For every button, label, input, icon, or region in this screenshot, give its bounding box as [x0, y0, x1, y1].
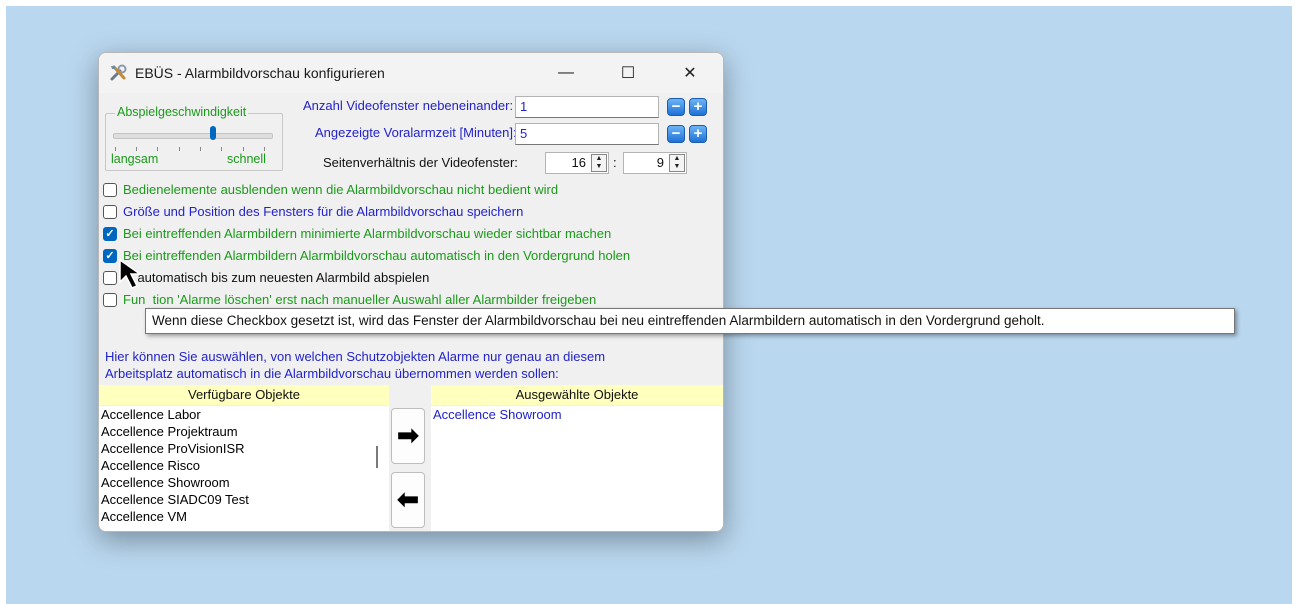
minimize-button[interactable]: — [543, 57, 589, 89]
aspect-height-spinner[interactable]: 9 ▲ ▼ [623, 152, 687, 174]
spin-up-icon[interactable]: ▲ [670, 155, 684, 163]
aspect-width-spinner[interactable]: 16 ▲ ▼ [545, 152, 609, 174]
tools-icon [110, 64, 127, 81]
speed-slider-track[interactable] [113, 133, 273, 139]
aspect-height-value: 9 [656, 155, 664, 170]
speed-slider-thumb[interactable] [209, 126, 216, 140]
close-button[interactable]: ✕ [667, 57, 713, 89]
slider-tick [157, 147, 158, 151]
list-item[interactable]: Accellence ProVisionISR [99, 440, 367, 457]
list-item[interactable]: Accellence Projektraum [99, 423, 367, 440]
selected-objects-list[interactable]: Accellence Showroom [431, 406, 723, 531]
bring-to-front-checkbox[interactable]: ✓ [103, 249, 117, 263]
spin-buttons[interactable]: ▲ ▼ [669, 154, 685, 172]
list-scrollbar[interactable] [367, 406, 389, 531]
available-objects-list[interactable]: Accellence Labor Accellence Projektraum … [99, 406, 367, 531]
video-windows-input[interactable]: 1 [515, 96, 659, 118]
prealarm-label: Angezeigte Voralarmzeit [Minuten]: [315, 125, 517, 140]
delete-alarms-label: Fun tion 'Alarme löschen' erst nach manu… [123, 292, 597, 307]
spin-down-icon[interactable]: ▼ [592, 163, 606, 171]
save-position-checkbox[interactable] [103, 205, 117, 219]
hide-controls-label: Bedienelemente ausblenden wenn die Alarm… [123, 182, 559, 197]
fast-label: schnell [227, 152, 266, 166]
spin-down-icon[interactable]: ▼ [670, 163, 684, 171]
list-item[interactable]: Accellence SIADC09 Test [99, 491, 367, 508]
window-title: EBÜS - Alarmbildvorschau konfigurieren [135, 65, 385, 81]
video-windows-label: Anzahl Videofenster nebeneinander: [303, 98, 514, 113]
objects-intro-line1: Hier können Sie auswählen, von welchen S… [105, 349, 606, 364]
delete-alarms-checkbox[interactable] [103, 293, 117, 307]
prealarm-plus-button[interactable]: + [689, 125, 707, 143]
maximize-button[interactable]: ☐ [605, 57, 651, 89]
list-item[interactable]: Accellence Risco [99, 457, 367, 474]
aspect-width-value: 16 [571, 155, 586, 170]
prealarm-minus-button[interactable]: − [667, 125, 685, 143]
add-object-button[interactable]: ➡ [391, 408, 425, 464]
restore-minimized-label: Bei eintreffenden Alarmbildern minimiert… [123, 226, 612, 241]
slider-tick [179, 147, 180, 151]
video-windows-minus-button[interactable]: − [667, 98, 685, 116]
spin-up-icon[interactable]: ▲ [592, 155, 606, 163]
aspect-separator: : [613, 155, 617, 170]
slider-tick [243, 147, 244, 151]
list-item[interactable]: Accellence VM [99, 508, 367, 525]
playback-speed-label: Abspielgeschwindigkeit [115, 105, 249, 119]
aspect-ratio-label: Seitenverhältnis der Videofenster: [323, 155, 518, 170]
available-objects-header: Verfügbare Objekte [99, 385, 389, 405]
save-position-label: Größe und Position des Fensters für die … [123, 204, 524, 219]
title-bar[interactable]: EBÜS - Alarmbildvorschau konfigurieren —… [99, 53, 723, 93]
mouse-cursor-icon [119, 258, 143, 289]
config-dialog: EBÜS - Alarmbildvorschau konfigurieren —… [98, 52, 724, 532]
video-windows-plus-button[interactable]: + [689, 98, 707, 116]
restore-minimized-checkbox[interactable]: ✓ [103, 227, 117, 241]
objects-intro-line2: Arbeitsplatz automatisch in die Alarmbil… [105, 366, 559, 381]
scrollbar-thumb[interactable] [376, 446, 378, 468]
tooltip: Wenn diese Checkbox gesetzt ist, wird da… [145, 308, 1235, 334]
slow-label: langsam [111, 152, 159, 166]
bring-to-front-label: Bei eintreffenden Alarmbildern Alarmbild… [123, 248, 631, 263]
auto-play-label: automatisch bis zum neuesten Alarmbild a… [123, 270, 430, 285]
slider-tick [221, 147, 222, 151]
slider-tick [264, 147, 265, 151]
slider-tick [136, 147, 137, 151]
selected-objects-header: Ausgewählte Objekte [431, 385, 723, 405]
prealarm-input[interactable]: 5 [515, 123, 659, 145]
remove-object-button[interactable]: ⬅ [391, 472, 425, 528]
hide-controls-checkbox[interactable] [103, 183, 117, 197]
spin-buttons[interactable]: ▲ ▼ [591, 154, 607, 172]
list-item[interactable]: Accellence Showroom [99, 474, 367, 491]
list-item[interactable]: Accellence Labor [99, 406, 367, 423]
slider-tick [200, 147, 201, 151]
slider-tick [115, 147, 116, 151]
auto-play-checkbox[interactable] [103, 271, 117, 285]
list-item[interactable]: Accellence Showroom [431, 406, 723, 423]
